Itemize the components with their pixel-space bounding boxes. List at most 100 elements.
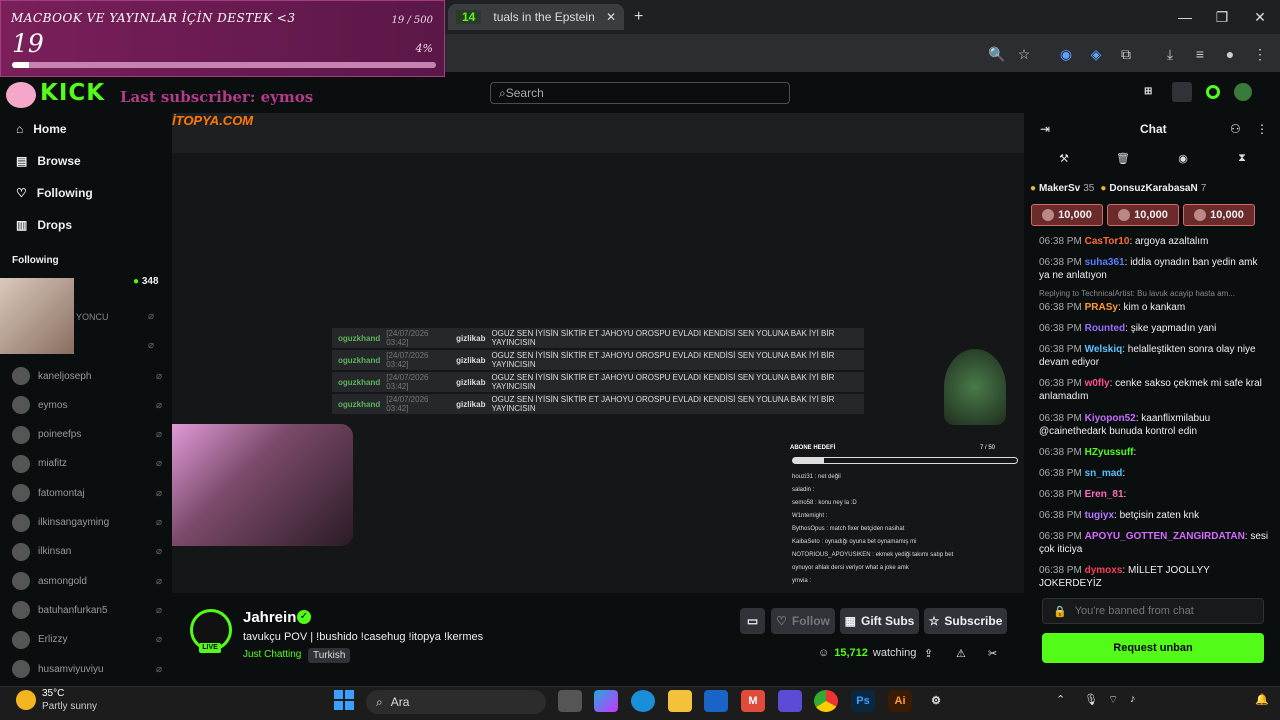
channel-name[interactable]: Jahrein xyxy=(243,609,296,626)
gmail-icon[interactable]: M xyxy=(741,690,765,712)
tray-chevron-icon[interactable]: ⌃ xyxy=(1056,693,1065,706)
theater-mode-button[interactable]: ▭ xyxy=(740,608,765,634)
chrome-icon[interactable] xyxy=(814,690,838,712)
chat-username[interactable]: PRASy xyxy=(1085,302,1118,313)
taskbar-search[interactable]: ⌕ Ara xyxy=(366,690,546,714)
nav-browse[interactable]: ▤ Browse xyxy=(16,149,81,173)
chat-username[interactable]: tugiyx xyxy=(1085,510,1114,521)
mod-icon[interactable]: ⊞ xyxy=(1144,86,1152,97)
kick-status-icon[interactable] xyxy=(1206,85,1220,99)
user-avatar[interactable] xyxy=(1234,83,1252,101)
wifi-icon[interactable]: ⌔ xyxy=(1108,693,1118,707)
microphone-icon[interactable]: 🎙 xyxy=(1084,693,1098,706)
video-app-icon[interactable] xyxy=(778,690,802,712)
copilot-icon[interactable] xyxy=(594,690,618,712)
search-icon[interactable]: 🔍 xyxy=(987,44,1007,64)
following-channel-row[interactable]: Erlizzy ⌀ xyxy=(12,629,162,651)
gift-chip[interactable]: 10,000 xyxy=(1031,204,1103,226)
following-channel-row[interactable]: fatomontaj ⌀ xyxy=(12,482,162,504)
media-control-icon[interactable]: ≡ xyxy=(1190,44,1210,64)
browser-tab-active[interactable]: 14 tuals in the Epstein ✕ xyxy=(448,4,624,30)
subscribe-button[interactable]: ☆ Subscribe xyxy=(924,608,1007,634)
task-view-icon[interactable] xyxy=(558,690,582,712)
following-channel-row[interactable]: eymos ⌀ xyxy=(12,394,162,416)
chat-username[interactable]: w0fly xyxy=(1085,378,1110,389)
dashboard-icon[interactable] xyxy=(1172,82,1192,102)
chat-username[interactable]: APOYU_GOTTEN_ZANGIRDATAN xyxy=(1085,531,1245,542)
nav-drops[interactable]: ▥ Drops xyxy=(16,213,72,237)
notification-icon[interactable]: 🔔 xyxy=(1255,693,1269,706)
chat-username[interactable]: Eren_81 xyxy=(1085,489,1124,500)
browser-menu-icon[interactable]: ⋮ xyxy=(1250,44,1270,64)
offline-icon: ⌀ xyxy=(148,340,155,351)
read-aloud-icon[interactable]: ◉ xyxy=(1056,44,1076,64)
report-icon[interactable]: ⚠ xyxy=(956,647,966,660)
following-channel-row[interactable]: miafitz ⌀ xyxy=(12,453,162,475)
mod-hammer-icon[interactable]: ⚒ xyxy=(1056,152,1072,168)
weather-sun-icon[interactable] xyxy=(16,690,36,710)
illustrator-icon[interactable]: Ai xyxy=(888,690,912,712)
chat-bubble-icon[interactable]: ◉ xyxy=(1175,152,1191,168)
follow-button[interactable]: ♡ Follow xyxy=(771,608,835,634)
gift-chip[interactable]: 10,000 xyxy=(1183,204,1255,226)
tab-close-icon[interactable]: ✕ xyxy=(606,10,616,24)
following-channel-row[interactable]: husamviyuviyu ⌀ xyxy=(12,658,162,680)
chat-username[interactable]: dymoxs xyxy=(1085,565,1123,576)
maximize-button[interactable]: ❐ xyxy=(1207,6,1237,28)
hourglass-icon[interactable]: ⧗ xyxy=(1234,152,1250,168)
file-explorer-icon[interactable] xyxy=(668,690,692,712)
kick-logo[interactable]: KICK xyxy=(40,80,105,106)
chat-menu-icon[interactable]: ⋮ xyxy=(1256,122,1268,136)
following-channel-row[interactable]: batuhanfurkan5 ⌀ xyxy=(12,599,162,621)
profile-avatar-icon[interactable]: ● xyxy=(1220,44,1240,64)
chat-username[interactable]: CasTor10 xyxy=(1085,236,1130,247)
nav-following[interactable]: ♡ Following xyxy=(16,181,93,205)
extensions-icon[interactable]: ⧉ xyxy=(1116,44,1136,64)
outlook-icon[interactable] xyxy=(704,690,728,712)
chat-timestamp: 06:38 PM xyxy=(1039,510,1082,521)
edge-icon[interactable] xyxy=(631,690,655,712)
settings-gear-icon[interactable]: ⚙ xyxy=(924,690,948,712)
chat-username[interactable]: suha361 xyxy=(1085,257,1125,268)
trash-icon[interactable]: 🗑 xyxy=(1115,152,1131,168)
top-gifter[interactable]: ● MakerSv 35 xyxy=(1030,183,1094,194)
search-input[interactable]: ⌕ Search xyxy=(490,82,790,104)
chat-username[interactable]: Kiyopon52 xyxy=(1085,413,1136,424)
share-icon[interactable]: ⇪ xyxy=(924,647,933,660)
chat-username[interactable]: Rounted xyxy=(1085,323,1126,334)
language-tag[interactable]: Turkish xyxy=(308,648,351,663)
windows-start-icon[interactable] xyxy=(334,690,354,710)
following-channel-row[interactable]: ilkinsan ⌀ xyxy=(12,541,162,563)
gift-subs-button[interactable]: ▦ Gift Subs xyxy=(840,608,919,634)
chat-message: 06:38 PM Rounted: şike yapmadın yani xyxy=(1039,323,1217,334)
stream-category[interactable]: Just Chatting xyxy=(243,649,301,660)
chat-username[interactable]: HZyussuff xyxy=(1085,447,1134,458)
extension-shield-icon[interactable]: ◈ xyxy=(1086,44,1106,64)
gift-chip[interactable]: 10,000 xyxy=(1107,204,1179,226)
photoshop-icon[interactable]: Ps xyxy=(851,690,875,712)
request-unban-button[interactable]: Request unban xyxy=(1042,633,1264,663)
following-channel-row[interactable]: kaneljoseph ⌀ xyxy=(12,365,162,387)
clip-icon[interactable]: ✂ xyxy=(988,647,997,660)
new-tab-button[interactable]: + xyxy=(634,8,643,26)
collapse-chat-icon[interactable]: ⇥ xyxy=(1040,122,1050,136)
download-icon[interactable]: ⤓ xyxy=(1160,44,1180,64)
volume-icon[interactable]: ♪ xyxy=(1130,693,1136,705)
close-window-button[interactable]: ✕ xyxy=(1245,6,1275,28)
nav-home[interactable]: ⌂ Home xyxy=(16,117,67,141)
top-channel-name[interactable]: YONCU xyxy=(76,312,109,322)
weather-description[interactable]: Partly sunny xyxy=(42,701,97,712)
video-player[interactable]: İTOPYA.COM oguzkhand [24/07/2026 03:42] gi… xyxy=(172,113,1024,593)
top-gifter[interactable]: ● DonsuzKarabasaN 7 xyxy=(1100,183,1206,194)
following-channel-row[interactable]: asmongold ⌀ xyxy=(12,570,162,592)
minimize-button[interactable]: — xyxy=(1170,6,1200,28)
chat-username[interactable]: Welskiq xyxy=(1085,344,1123,355)
chat-username[interactable]: sn_mad xyxy=(1085,468,1123,479)
top-gifter-name: MakerSv xyxy=(1039,182,1081,194)
top-channel-viewers: ● 348 xyxy=(133,276,159,287)
chat-users-icon[interactable]: ⚇ xyxy=(1230,122,1241,136)
bookmark-star-icon[interactable]: ☆ xyxy=(1014,44,1034,64)
following-channel-row[interactable]: ilkinsangayming ⌀ xyxy=(12,512,162,534)
weather-temperature[interactable]: 35°C xyxy=(42,688,64,699)
following-channel-row[interactable]: poineefps ⌀ xyxy=(12,424,162,446)
